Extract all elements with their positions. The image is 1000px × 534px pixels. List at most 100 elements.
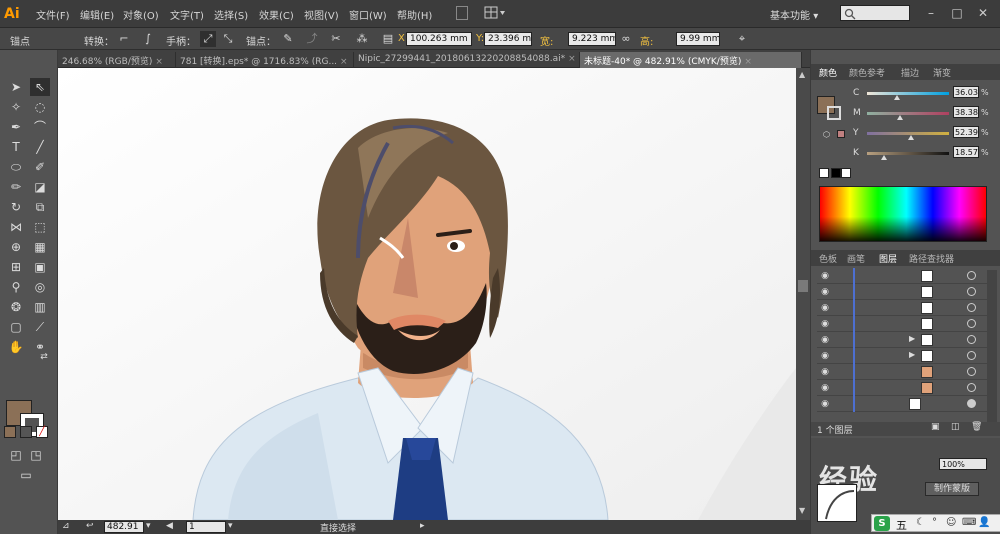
layers-scrollbar[interactable] xyxy=(987,270,997,426)
ime-logo-icon[interactable]: S xyxy=(874,516,890,531)
lasso-icon[interactable]: ◌ xyxy=(30,98,50,116)
artboard-tool-icon[interactable]: ▢ xyxy=(6,318,26,336)
maximize-button[interactable]: □ xyxy=(950,6,964,20)
y-value-input[interactable]: 52.39 xyxy=(953,126,979,138)
menu-object[interactable]: 对象(O) xyxy=(123,7,159,22)
tab-swatches[interactable]: 色板 xyxy=(819,252,837,265)
gradient-tool-icon[interactable]: ▣ xyxy=(30,258,50,276)
tab-stroke[interactable]: 描边 xyxy=(901,66,919,79)
shape-builder-icon[interactable]: ⊕ xyxy=(6,238,26,256)
search-input[interactable] xyxy=(840,5,910,21)
layer-row[interactable]: ◉ xyxy=(817,380,991,396)
k-value-input[interactable]: 18.57 xyxy=(953,146,979,158)
convert-corner-icon[interactable]: ⌐ xyxy=(116,31,132,47)
vertical-scrollbar[interactable]: ▲ ▼ xyxy=(796,68,810,520)
mesh-tool-icon[interactable]: ⊞ xyxy=(6,258,26,276)
slice-tool-icon[interactable]: ⟋ xyxy=(30,318,50,336)
mask-thumbnail[interactable] xyxy=(817,484,857,522)
hide-handles-icon[interactable]: ⤡ xyxy=(220,31,236,47)
prev-artboard-icon[interactable]: ◀ xyxy=(166,521,173,531)
show-handles-icon[interactable]: ⤢ xyxy=(200,31,216,47)
eraser-tool-icon[interactable]: ◪ xyxy=(30,178,50,196)
none-mode-icon[interactable]: ╱ xyxy=(36,426,48,438)
selection-tool-icon[interactable]: ➤ xyxy=(6,78,26,96)
delete-layer-icon[interactable]: 🗑 xyxy=(971,422,982,432)
artboard-dropdown-icon[interactable]: ▾ xyxy=(228,521,233,531)
swap-colors-icon[interactable]: ⇄ xyxy=(34,348,54,366)
tab-layers[interactable]: 图层 xyxy=(879,252,897,265)
connect-anchor-icon[interactable]: ⤴ xyxy=(304,31,320,47)
tab-color-guide[interactable]: 颜色参考 xyxy=(849,66,885,79)
ime-mode-label[interactable]: 五 xyxy=(896,517,907,533)
y-position-input[interactable]: 23.396 mm xyxy=(484,32,532,46)
close-button[interactable]: ✕ xyxy=(976,6,990,20)
m-slider[interactable] xyxy=(867,112,949,115)
new-layer-icon[interactable]: ▣ xyxy=(931,422,940,432)
gradient-mode-icon[interactable] xyxy=(20,426,32,438)
panel-stroke-swatch[interactable] xyxy=(827,106,841,120)
minimize-button[interactable]: – xyxy=(924,6,938,20)
bridge-icon[interactable] xyxy=(456,6,468,20)
transform-icon[interactable]: ⌖ xyxy=(734,31,750,47)
scroll-down-icon[interactable]: ▼ xyxy=(799,506,805,515)
tab-color[interactable]: 颜色 xyxy=(819,66,837,79)
menu-window[interactable]: 窗口(W) xyxy=(349,7,387,22)
free-transform-icon[interactable]: ⬚ xyxy=(30,218,50,236)
c-slider[interactable] xyxy=(867,92,949,95)
tab-document-4[interactable]: 未标题-40* @ 482.91% (CMYK/预览) × xyxy=(580,52,802,68)
artboard-input[interactable]: 1 xyxy=(186,521,226,533)
clipping-mask-icon[interactable]: ◫ xyxy=(951,422,960,432)
layer-row[interactable]: ◉ xyxy=(817,268,991,284)
brush-tool-icon[interactable]: ✐ xyxy=(30,158,50,176)
isolate-icon[interactable]: ▤ xyxy=(380,31,396,47)
magic-wand-icon[interactable]: ✧ xyxy=(6,98,26,116)
blend-tool-icon[interactable]: ◎ xyxy=(30,278,50,296)
scale-tool-icon[interactable]: ⧉ xyxy=(30,198,50,216)
x-position-input[interactable]: 100.263 mm xyxy=(406,32,472,46)
zoom-input[interactable]: 482.91 xyxy=(104,521,144,533)
user-icon[interactable]: 👤 xyxy=(978,517,990,528)
opacity-input[interactable]: 100% xyxy=(939,458,987,470)
symbol-sprayer-icon[interactable]: ❂ xyxy=(6,298,26,316)
line-tool-icon[interactable]: ╱ xyxy=(30,138,50,156)
align-anchors-icon[interactable]: ⁂ xyxy=(354,31,370,47)
pen-tool-icon[interactable]: ✒ xyxy=(6,118,26,136)
convert-smooth-icon[interactable]: ∫ xyxy=(140,31,156,47)
menu-type[interactable]: 文字(T) xyxy=(170,7,204,22)
layer-row[interactable]: ◉ xyxy=(817,316,991,332)
y-slider-knob[interactable] xyxy=(908,135,914,140)
tab-document-2[interactable]: 781 [转换].eps* @ 1716.83% (RG... × xyxy=(176,52,354,68)
perspective-grid-icon[interactable]: ▦ xyxy=(30,238,50,256)
hand-tool-icon[interactable]: ✋ xyxy=(6,338,26,356)
height-input[interactable]: 9.99 mm xyxy=(676,32,720,46)
screen-mode-icon[interactable]: ▭ xyxy=(16,466,36,484)
keyboard-icon[interactable]: ⌨ xyxy=(962,517,976,528)
menu-effect[interactable]: 效果(C) xyxy=(259,7,294,22)
m-value-input[interactable]: 38.38 xyxy=(953,106,979,118)
menu-select[interactable]: 选择(S) xyxy=(214,7,248,22)
punctuation-icon[interactable]: ° xyxy=(932,517,937,528)
emoji-icon[interactable]: ☺ xyxy=(946,517,956,528)
pencil-tool-icon[interactable]: ✏ xyxy=(6,178,26,196)
draw-behind-icon[interactable]: ◳ xyxy=(26,446,46,464)
layer-row[interactable]: ◉ xyxy=(817,364,991,380)
arrange-documents-icon[interactable] xyxy=(484,6,506,20)
color-spectrum[interactable] xyxy=(819,186,987,242)
layer-row[interactable]: ◉ ▶ xyxy=(817,332,991,348)
color-mode-icon[interactable] xyxy=(4,426,16,438)
tab-gradient[interactable]: 渐变 xyxy=(933,66,951,79)
menu-help[interactable]: 帮助(H) xyxy=(397,7,432,22)
white-swatch[interactable] xyxy=(841,168,851,178)
layer-row[interactable]: ◉ ▶ xyxy=(817,348,991,364)
direct-selection-tool-icon[interactable]: ⇖ xyxy=(30,78,50,96)
artboard-nav-icon[interactable]: ↩ xyxy=(86,521,94,531)
layer-row[interactable]: ◉ xyxy=(817,300,991,316)
artboard-canvas[interactable] xyxy=(58,68,796,520)
workspace-switcher[interactable]: 基本功能 ▾ xyxy=(770,7,818,22)
type-tool-icon[interactable]: T xyxy=(6,138,26,156)
black-swatch[interactable] xyxy=(831,168,841,178)
tab-brushes[interactable]: 画笔 xyxy=(847,252,865,265)
k-slider[interactable] xyxy=(867,152,949,155)
scroll-up-icon[interactable]: ▲ xyxy=(799,70,805,79)
k-slider-knob[interactable] xyxy=(881,155,887,160)
